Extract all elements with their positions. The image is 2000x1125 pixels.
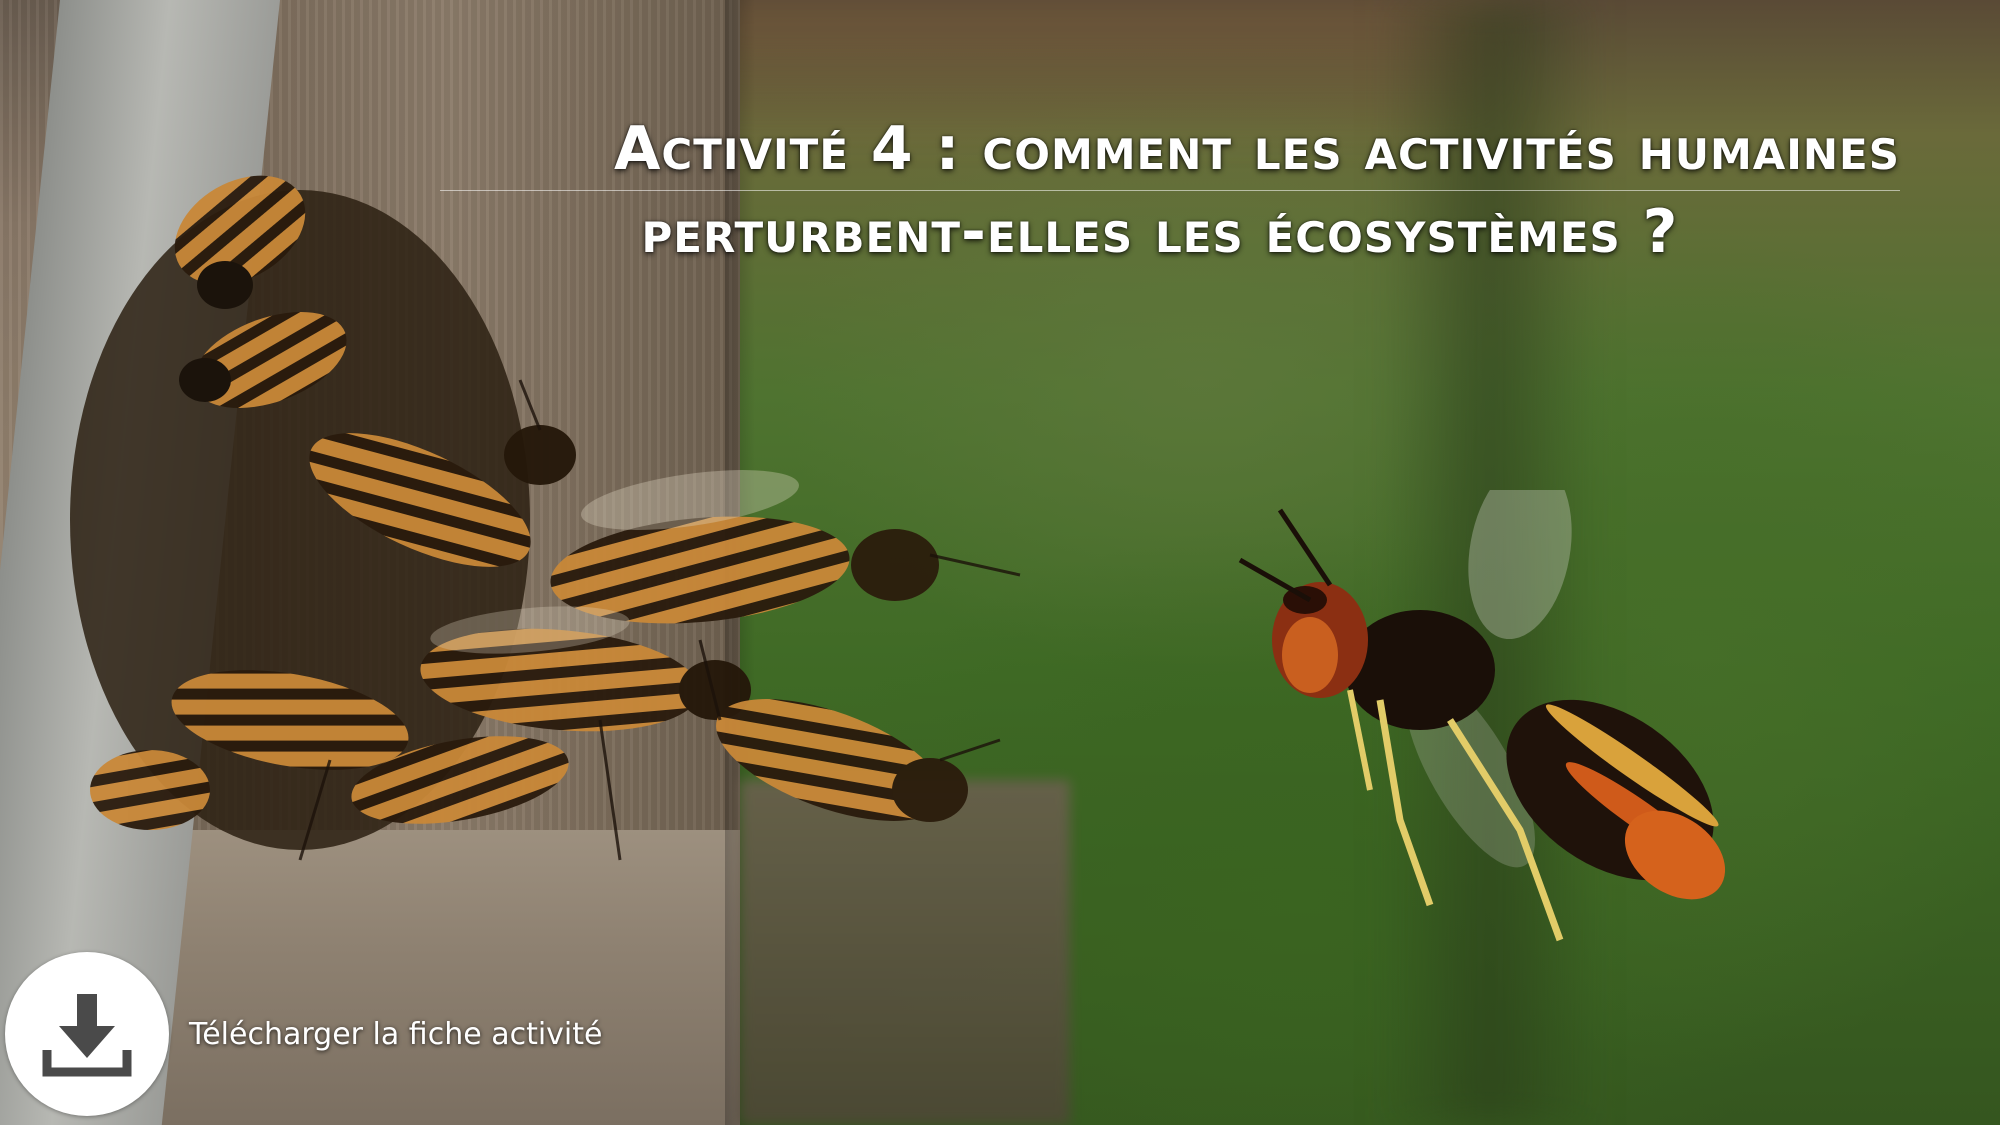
title-line-2: perturbent-elles les écosystèmes ? bbox=[641, 197, 1679, 267]
title-line-1: Activité 4 : comment les activités humai… bbox=[614, 114, 1900, 184]
page-title: Activité 4 : comment les activités humai… bbox=[400, 108, 1920, 273]
download-label[interactable]: Télécharger la fiche activité bbox=[189, 1017, 602, 1052]
download-icon bbox=[42, 994, 132, 1077]
asian-hornet bbox=[1238, 490, 1726, 942]
slide: Activité 4 : comment les activités humai… bbox=[0, 0, 2000, 1125]
download-activity-sheet-button[interactable]: Télécharger la fiche activité bbox=[5, 950, 602, 1118]
download-icon-circle[interactable] bbox=[5, 952, 169, 1116]
